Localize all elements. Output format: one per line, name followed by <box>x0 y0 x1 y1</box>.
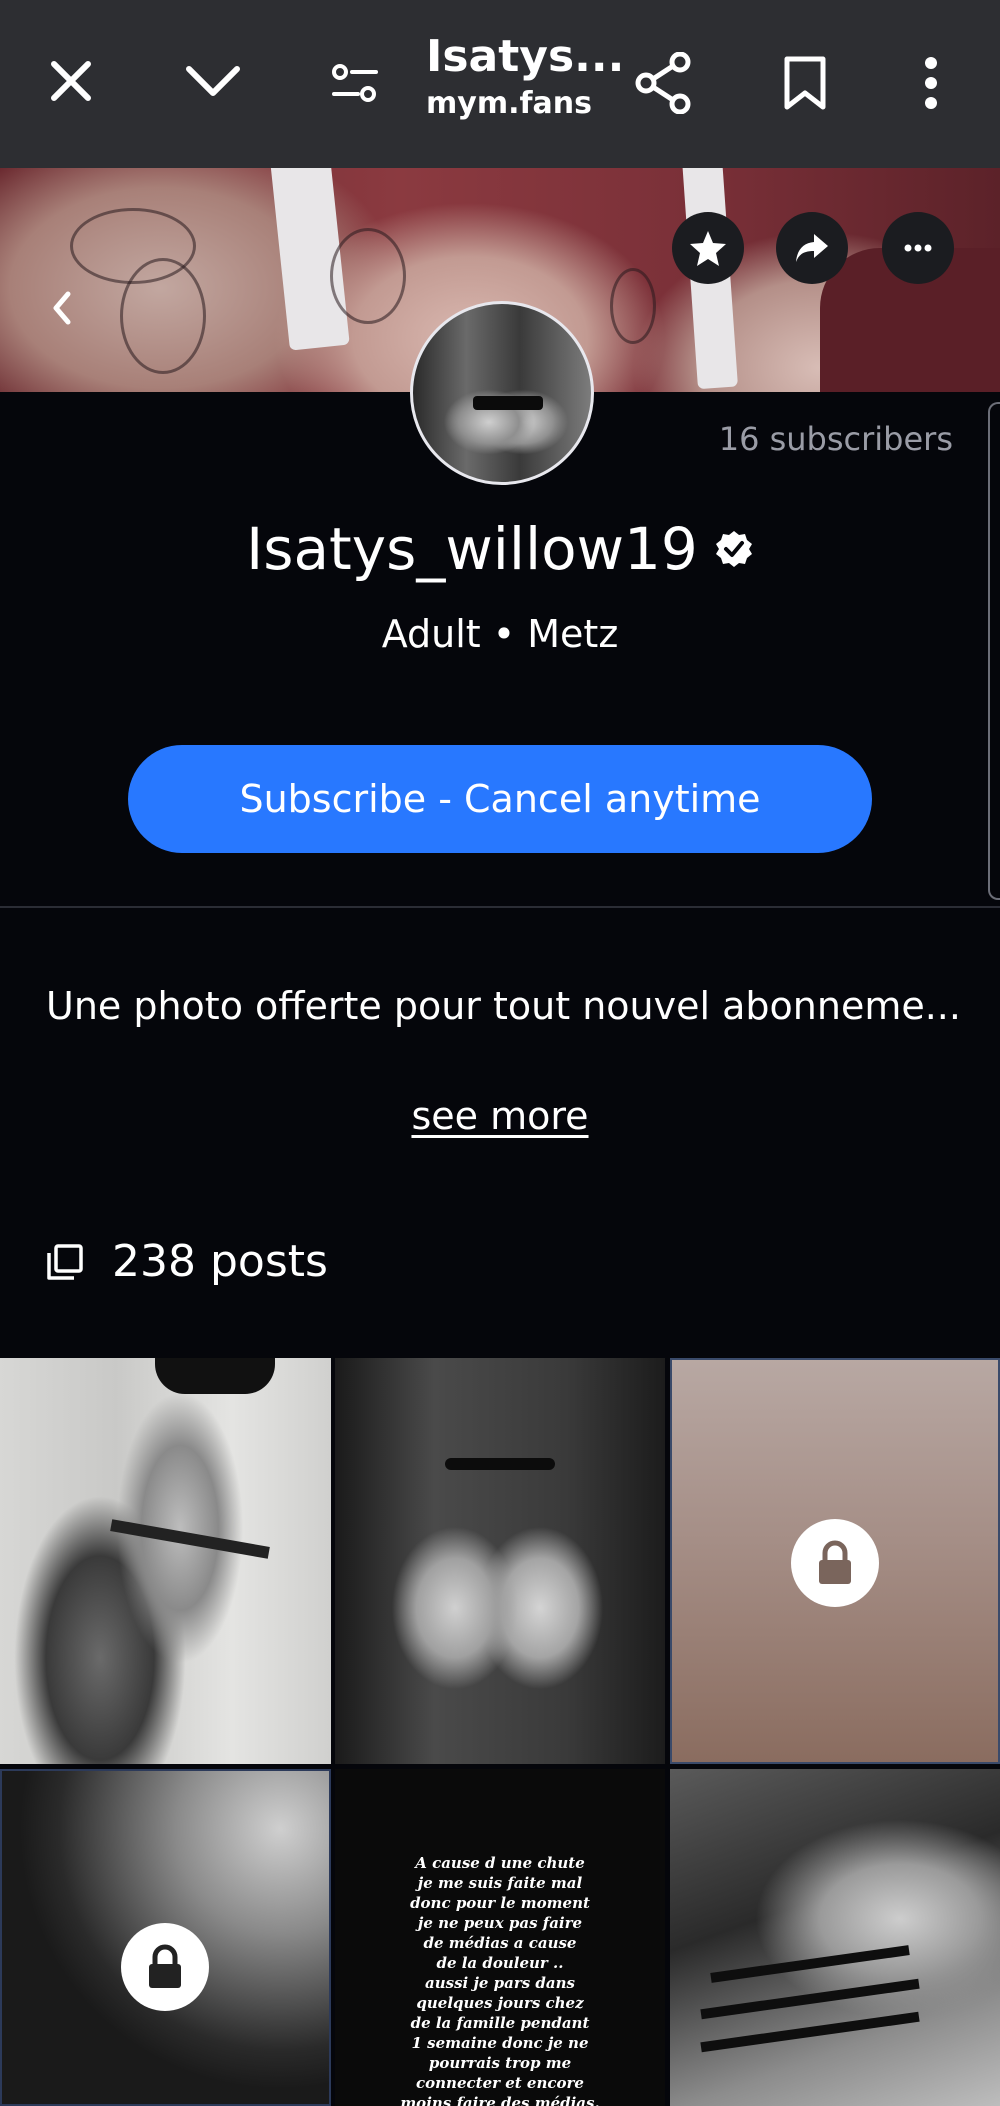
notice-line: de médias a cause <box>423 1934 577 1952</box>
more-options-button[interactable] <box>882 212 954 284</box>
divider <box>0 906 1000 908</box>
notice-text: A cause d une chute je me suis faite mal… <box>335 1853 665 2106</box>
notice-line: je ne peux pas faire <box>417 1914 583 1932</box>
notice-line: pourrais trop me <box>428 2054 572 2072</box>
see-more-link[interactable]: see more <box>0 1094 1000 1138</box>
favorite-button[interactable] <box>672 212 744 284</box>
tune-icon <box>332 64 378 102</box>
more-horiz-icon <box>904 244 932 252</box>
share-icon <box>635 52 691 114</box>
forward-icon <box>796 234 828 262</box>
back-button[interactable] <box>50 290 74 330</box>
star-icon <box>690 231 726 266</box>
close-icon <box>51 61 91 101</box>
site-settings-button[interactable] <box>320 48 390 118</box>
posts-count: 238 posts <box>112 1236 328 1287</box>
chevron-down-icon <box>186 66 240 96</box>
page-title-block: Isatys... mym.fans <box>426 30 625 124</box>
notice-line: aussi je pars dans <box>425 1974 575 1992</box>
page-title: Isatys... <box>426 31 625 82</box>
verified-icon <box>715 531 752 567</box>
notice-line: 1 semaine donc je ne <box>411 2034 589 2052</box>
forward-button[interactable] <box>776 212 848 284</box>
profile-bio: Une photo offerte pour tout nouvel abonn… <box>46 984 961 1028</box>
notice-line: quelques jours chez <box>416 1994 584 2012</box>
page-url: mym.fans <box>426 86 592 121</box>
username: Isatys_willow19 <box>246 515 698 583</box>
notice-line: de la douleur .. <box>436 1954 564 1972</box>
bookmark-button[interactable] <box>770 48 840 118</box>
bookmark-icon <box>784 56 826 110</box>
post-tile[interactable] <box>670 1769 1000 2106</box>
menu-button[interactable] <box>896 48 966 118</box>
browser-toolbar: Isatys... mym.fans <box>0 0 1000 168</box>
posts-icon <box>47 1243 83 1280</box>
post-tile-locked[interactable] <box>0 1769 331 2106</box>
post-tile-locked[interactable] <box>670 1358 1000 1764</box>
more-vert-icon <box>925 57 937 109</box>
post-tile[interactable] <box>335 1358 665 1764</box>
subscribe-button[interactable]: Subscribe - Cancel anytime <box>128 745 872 853</box>
notice-line: connecter et encore <box>416 2074 584 2092</box>
notice-line: A cause d une chute <box>415 1854 585 1872</box>
share-button[interactable] <box>628 48 698 118</box>
chevron-left-icon <box>53 291 71 325</box>
lock-icon <box>819 1540 851 1584</box>
notice-line: de la famille pendant <box>410 2014 590 2032</box>
username-row: Isatys_willow19 <box>0 512 1000 586</box>
posts-header: 238 posts <box>46 1236 328 1287</box>
lock-badge <box>121 1923 209 2011</box>
notice-line: moins faire des médias. <box>400 2094 600 2106</box>
notice-line: je me suis faite mal <box>417 1874 583 1892</box>
post-tile-text[interactable]: A cause d une chute je me suis faite mal… <box>335 1769 665 2106</box>
lock-badge <box>791 1519 879 1607</box>
subscriber-count: 16 subscribers <box>718 420 953 458</box>
notice-line: donc pour le moment <box>410 1894 590 1912</box>
minimize-button[interactable] <box>178 46 248 116</box>
post-tile[interactable] <box>0 1358 331 1764</box>
avatar[interactable] <box>410 301 594 485</box>
lock-icon <box>149 1944 181 1988</box>
profile-meta: Adult • Metz <box>381 612 619 656</box>
close-button[interactable] <box>36 46 106 116</box>
